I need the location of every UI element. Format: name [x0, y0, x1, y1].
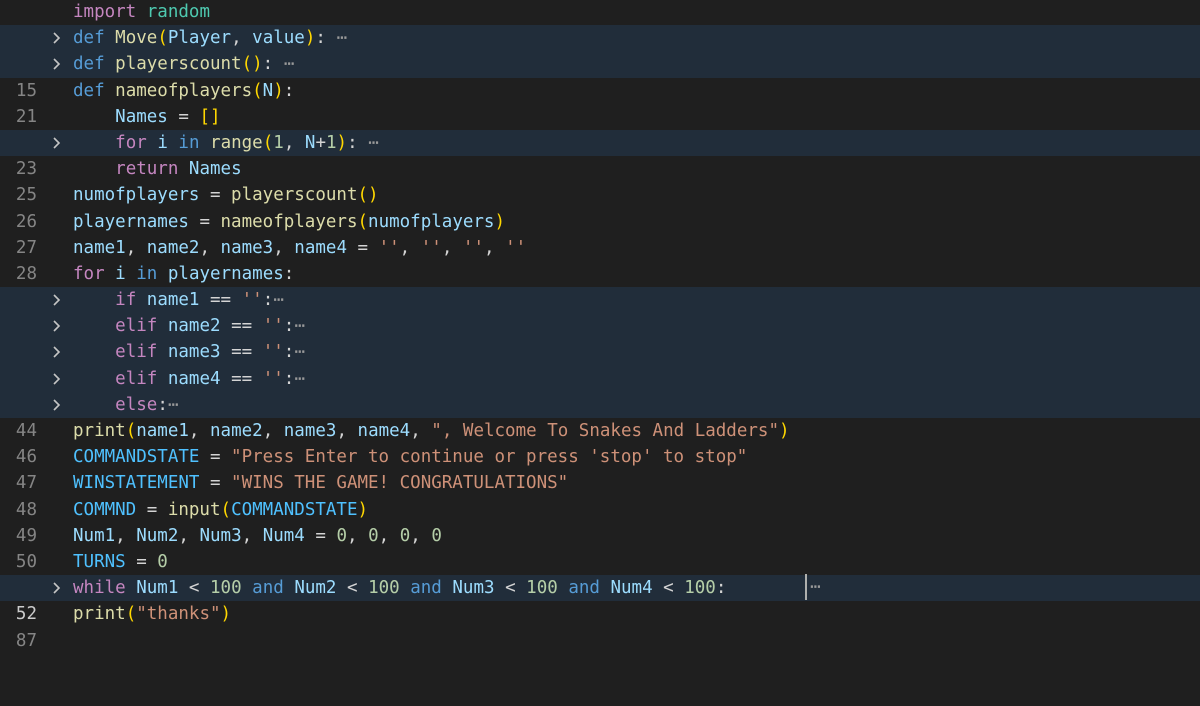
fold-chevron-right-icon[interactable] — [52, 287, 64, 313]
code-text: TURNS = 0 — [73, 551, 168, 572]
folded-ellipsis: ⋯ — [294, 342, 305, 363]
code-text: Num1, Num2, Num3, Num4 = 0, 0, 0, 0 — [73, 525, 442, 546]
folded-ellipsis: ⋯ — [167, 394, 179, 415]
code-text: def Move(Player, value): ⋯ — [73, 28, 348, 49]
code-line-folded[interactable]: 42 elif name4 == '':⋯ — [0, 365, 1200, 415]
code-text: import random — [73, 2, 210, 22]
code-text: elif name4 == '':⋯ — [115, 368, 305, 389]
code-text: print("thanks") — [73, 604, 232, 625]
fold-chevron-right-icon[interactable] — [52, 339, 64, 365]
code-line-folded[interactable]: 23 for i in range(1, N+1): ⋯ — [0, 129, 1200, 179]
code-line[interactable]: 50 Num1, Num2, Num3, Num4 = 0, 0, 0, 0 — [0, 523, 1200, 572]
fold-chevron-right-icon[interactable] — [52, 575, 64, 601]
text-cursor — [805, 574, 807, 600]
code-editor[interactable]: 1 import random 2 def Move(Player, value… — [0, 0, 1200, 651]
code-text: name1, name2, name3, name4 = '', '', '',… — [73, 237, 527, 258]
folded-ellipsis: ⋯ — [336, 28, 348, 49]
line-number: 87 — [15, 630, 37, 651]
code-line[interactable]: 87 print("thanks") — [0, 601, 1200, 650]
code-line-folded[interactable]: 44 else:⋯ — [0, 391, 1200, 441]
code-text: return Names — [115, 159, 242, 180]
code-line[interactable]: 21 def nameofplayers(N): — [0, 78, 1200, 127]
code-text: else:⋯ — [115, 394, 179, 415]
code-text: while Num1 < 100 and Num2 < 100 and Num3… — [73, 578, 727, 599]
code-line[interactable]: 49 COMMND = input(COMMANDSTATE) — [0, 497, 1200, 546]
code-line[interactable]: 1 import random — [0, 0, 1200, 48]
code-line-folded[interactable]: 15 def playerscount(): ⋯ — [0, 51, 1200, 101]
folded-ellipsis: ⋯ — [368, 132, 379, 153]
code-line-folded[interactable]: 32 elif name2 == '':⋯ — [0, 313, 1200, 362]
code-line[interactable]: 28 name1, name2, name3, name4 = '', '', … — [0, 235, 1200, 284]
code-text: if name1 == '':⋯ — [115, 290, 284, 311]
code-line-folded[interactable]: 37 elif name3 == '':⋯ — [0, 339, 1200, 389]
code-line[interactable]: 47 COMMANDSTATE = "Press Enter to contin… — [0, 444, 1200, 493]
fold-chevron-right-icon[interactable] — [52, 313, 64, 339]
folded-ellipsis[interactable]: ⋯ — [810, 574, 821, 600]
fold-chevron-right-icon[interactable] — [52, 51, 64, 77]
folded-ellipsis: ⋯ — [294, 316, 305, 337]
code-text: COMMND = input(COMMANDSTATE) — [73, 499, 369, 520]
code-text: playernames = nameofplayers(numofplayers… — [73, 211, 506, 232]
code-text: for i in range(1, N+1): ⋯ — [115, 132, 379, 153]
folded-ellipsis: ⋯ — [283, 54, 295, 75]
code-line[interactable]: 46 print(name1, name2, name3, name4, ", … — [0, 418, 1200, 467]
folded-ellipsis: ⋯ — [294, 368, 305, 389]
code-text: elif name3 == '':⋯ — [115, 342, 305, 363]
code-line[interactable]: 29 for i in playernames: — [0, 261, 1200, 310]
fold-chevron-right-icon[interactable] — [52, 392, 64, 418]
code-text: numofplayers = playerscount() — [73, 185, 379, 206]
code-line[interactable]: 27 playernames = nameofplayers(numofplay… — [0, 209, 1200, 258]
code-line[interactable]: 25 return Names — [0, 156, 1200, 205]
code-line[interactable]: 51 TURNS = 0 — [0, 549, 1200, 598]
fold-chevron-right-icon[interactable] — [52, 130, 64, 156]
code-text: WINSTATEMENT = "WINS THE GAME! CONGRATUL… — [73, 473, 569, 494]
code-line[interactable]: 26 numofplayers = playerscount() — [0, 182, 1200, 231]
fold-chevron-right-icon[interactable] — [52, 25, 64, 51]
code-text: def playerscount(): ⋯ — [73, 54, 295, 75]
code-text: COMMANDSTATE = "Press Enter to continue … — [73, 447, 748, 468]
fold-chevron-right-icon[interactable] — [52, 366, 64, 392]
code-line-folded[interactable]: 30 if name1 == '':⋯ — [0, 287, 1200, 336]
code-line[interactable]: 48 WINSTATEMENT = "WINS THE GAME! CONGRA… — [0, 470, 1200, 519]
folded-ellipsis: ⋯ — [273, 290, 284, 311]
code-text: for i in playernames: — [73, 263, 295, 284]
code-text: def nameofplayers(N): — [73, 80, 295, 101]
code-line-folded[interactable]: 2 def Move(Player, value): ⋯ — [0, 25, 1200, 74]
code-text: Names = [] — [115, 106, 221, 127]
code-line[interactable]: 22 Names = [] — [0, 104, 1200, 153]
code-text: print(name1, name2, name3, name4, ", Wel… — [73, 421, 790, 441]
code-text: elif name2 == '':⋯ — [115, 316, 305, 337]
code-line-folded-active[interactable]: 52 while Num1 < 100 and Num2 < 100 and N… — [0, 575, 1200, 624]
